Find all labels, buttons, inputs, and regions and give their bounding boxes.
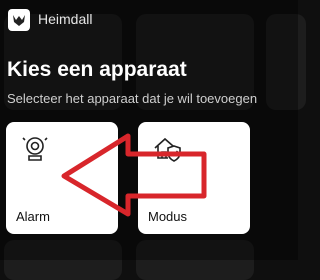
home-shield-icon <box>152 134 182 169</box>
page-subtitle: Selecteer het apparaat dat je wil toevoe… <box>7 91 258 106</box>
app-title: Heimdall <box>38 11 93 27</box>
device-card-alarm[interactable]: Alarm <box>6 122 118 234</box>
page-title: Kies een apparaat <box>7 58 187 81</box>
app-bar: Heimdall <box>0 0 298 42</box>
device-card-label: Alarm <box>16 209 50 224</box>
alarm-siren-icon <box>20 134 50 169</box>
device-card-modus[interactable]: Modus <box>138 122 250 234</box>
device-card-label: Modus <box>148 209 188 224</box>
heimdall-logo-icon <box>8 9 30 31</box>
